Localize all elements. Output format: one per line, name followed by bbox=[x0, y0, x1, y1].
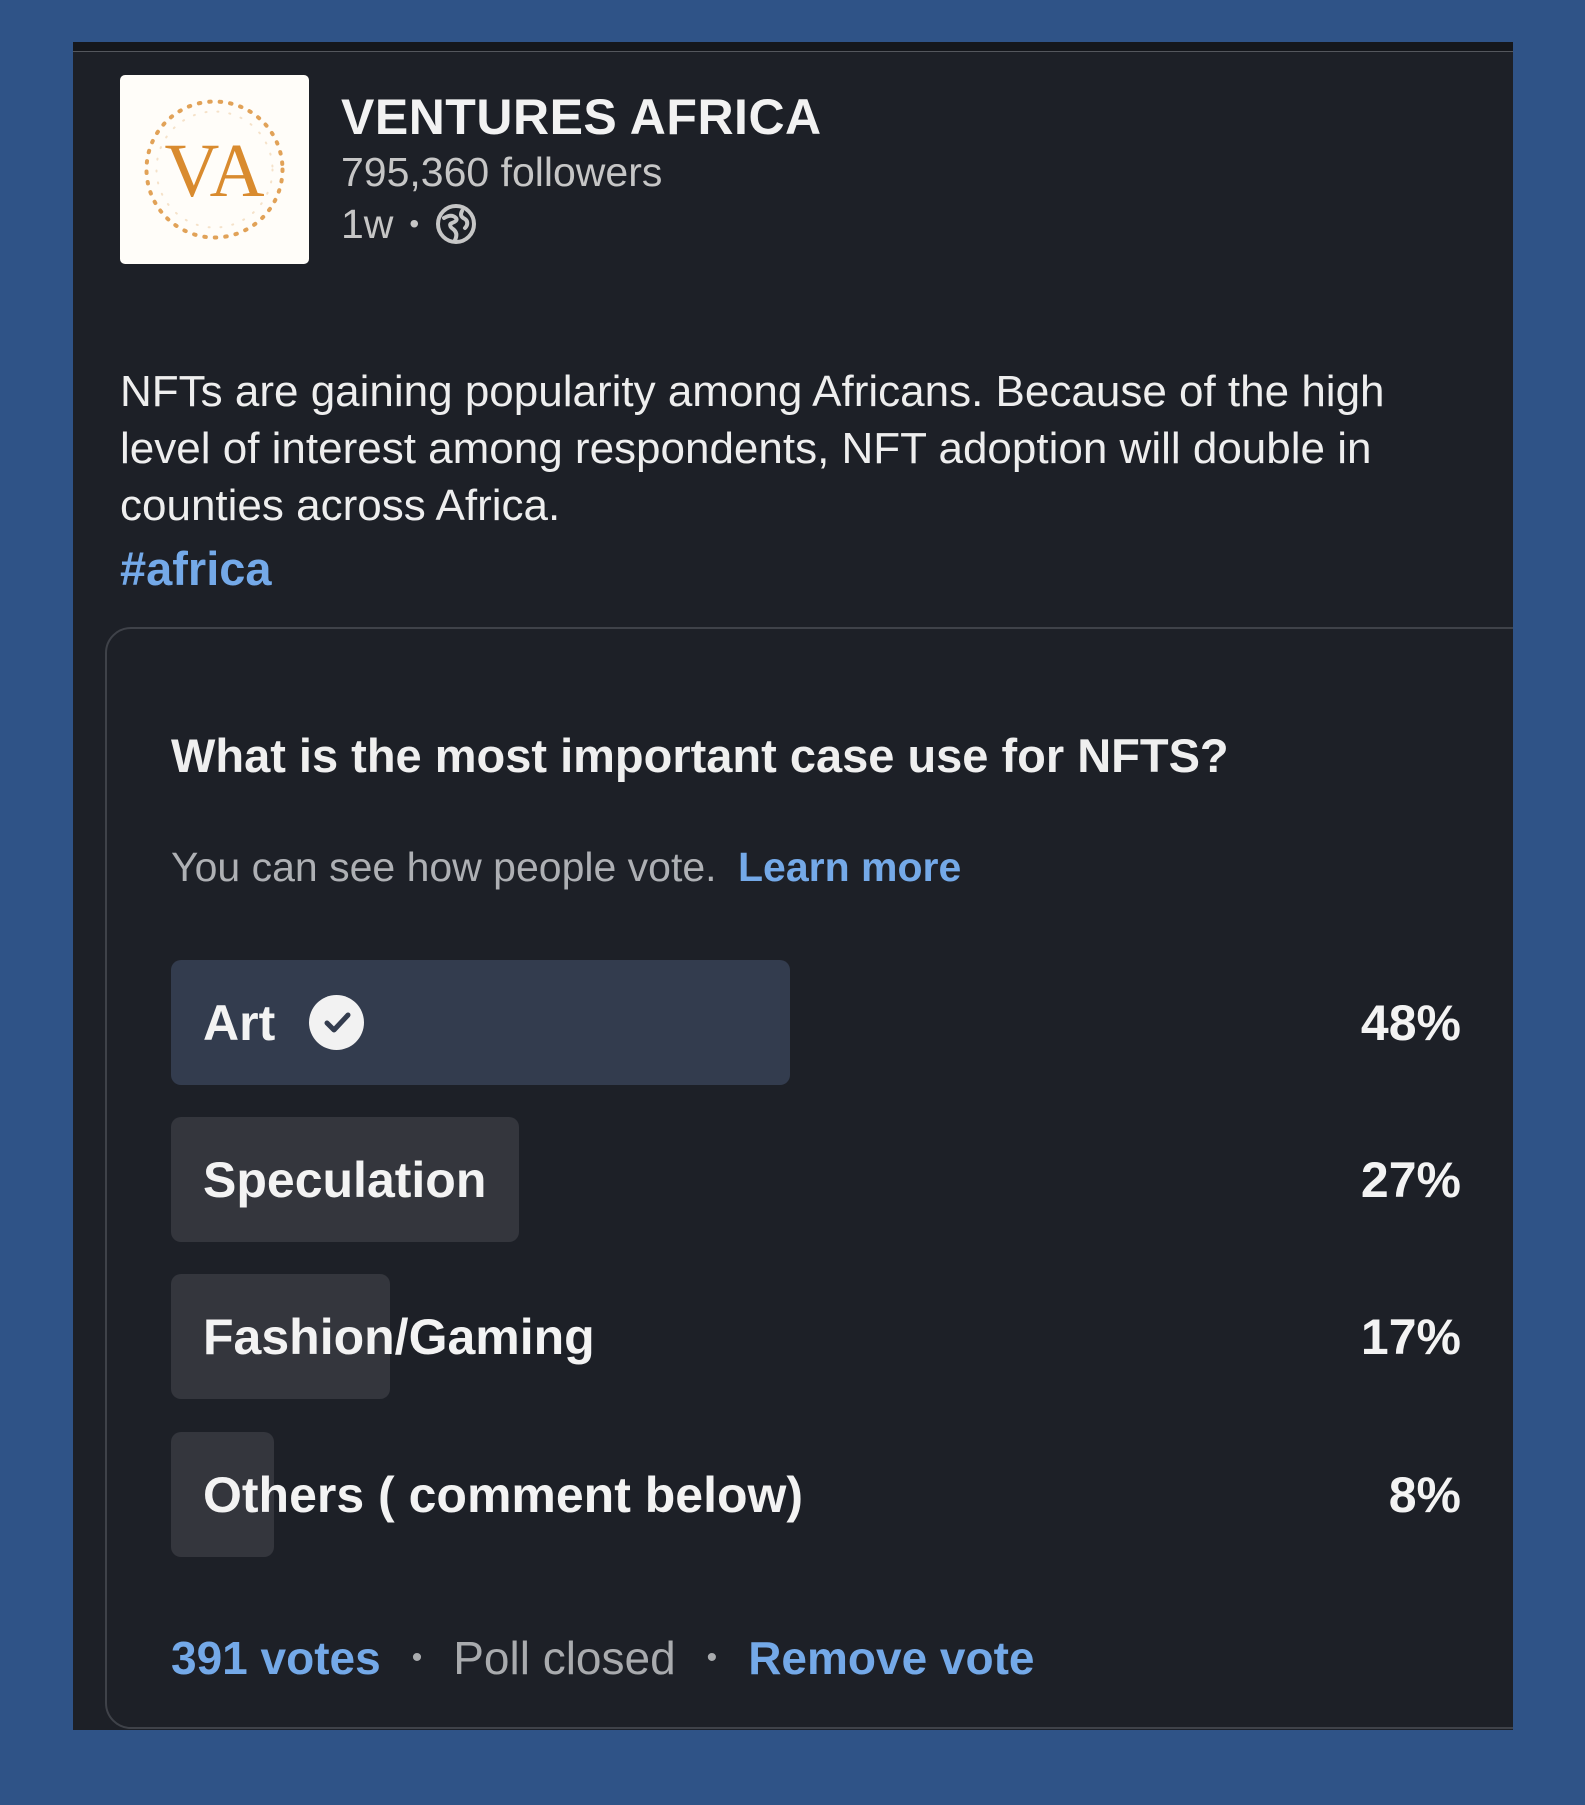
learn-more-link[interactable]: Learn more bbox=[738, 844, 961, 890]
check-circle-icon bbox=[309, 995, 365, 1050]
poll-question: What is the most important case use for … bbox=[171, 729, 1229, 782]
poll-option-label: Fashion/Gaming bbox=[203, 1274, 595, 1399]
poll-visibility-note: You can see how people vote. Learn more bbox=[171, 841, 961, 893]
poll-option-percent: 27% bbox=[1360, 1151, 1461, 1208]
poll-option-text: Art bbox=[203, 994, 276, 1051]
company-name[interactable]: VENTURES AFRICA bbox=[341, 89, 822, 145]
post-author: VENTURES AFRICA 795,360 followers 1w • bbox=[341, 89, 822, 249]
poll-container: What is the most important case use for … bbox=[105, 627, 1513, 1729]
poll-option-text: Others ( comment below) bbox=[203, 1466, 804, 1523]
logo-mark: VA bbox=[144, 99, 285, 240]
poll-option-others[interactable]: Others ( comment below) 8% bbox=[171, 1432, 1461, 1557]
top-divider bbox=[73, 51, 1513, 52]
post-age: 1w bbox=[341, 200, 394, 247]
poll-option-percent: 8% bbox=[1388, 1466, 1461, 1523]
remove-vote-button[interactable]: Remove vote bbox=[748, 1631, 1034, 1685]
poll-option-label: Art bbox=[203, 960, 365, 1085]
visibility-note-text: You can see how people vote. bbox=[171, 844, 717, 890]
poll-status: Poll closed bbox=[453, 1632, 676, 1684]
post-meta: 1w • bbox=[341, 199, 822, 249]
poll-option-label: Others ( comment below) bbox=[203, 1432, 803, 1557]
poll-option-percent: 48% bbox=[1360, 994, 1461, 1051]
meta-separator: • bbox=[409, 208, 420, 239]
poll-option-fashion-gaming[interactable]: Fashion/Gaming 17% bbox=[171, 1274, 1461, 1399]
ventures-africa-logo[interactable]: VA bbox=[120, 75, 309, 264]
poll-option-text: Fashion/Gaming bbox=[203, 1308, 595, 1365]
globe-icon bbox=[435, 203, 477, 245]
poll-option-text: Speculation bbox=[203, 1151, 487, 1208]
poll-option-label: Speculation bbox=[203, 1117, 486, 1242]
footer-separator: • bbox=[411, 1641, 423, 1674]
logo-text: VA bbox=[165, 129, 265, 213]
poll-option-art[interactable]: Art 48% bbox=[171, 960, 1461, 1085]
vote-count-link[interactable]: 391 votes bbox=[171, 1631, 381, 1685]
poll-option-percent: 17% bbox=[1360, 1308, 1461, 1365]
linkedin-post-card: VA VENTURES AFRICA 795,360 followers 1w … bbox=[73, 42, 1513, 1730]
post-body-text: NFTs are gaining popularity among Africa… bbox=[120, 367, 1385, 530]
follower-count: 795,360 followers bbox=[341, 149, 663, 195]
footer-separator: • bbox=[706, 1641, 718, 1674]
poll-option-speculation[interactable]: Speculation 27% bbox=[171, 1117, 1461, 1242]
hashtag-link[interactable]: #africa bbox=[120, 541, 272, 597]
poll-footer: 391 votes • Poll closed • Remove vote bbox=[171, 1630, 1035, 1686]
